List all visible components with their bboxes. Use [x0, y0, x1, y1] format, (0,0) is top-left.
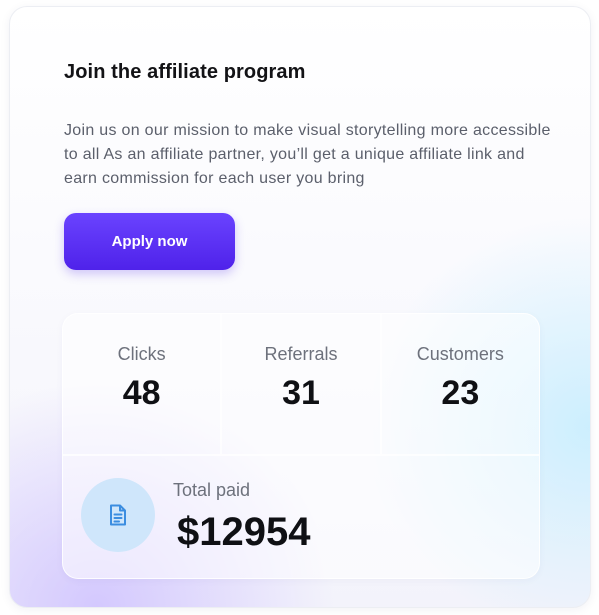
- stat-value: 23: [441, 374, 480, 412]
- stat-label: Clicks: [117, 344, 166, 364]
- document-icon-badge: [81, 478, 155, 552]
- stat-clicks: Clicks 48: [63, 314, 223, 454]
- stat-label: Referrals: [264, 344, 338, 364]
- stat-label: Customers: [416, 344, 504, 364]
- affiliate-card: Join the affiliate program Join us on ou…: [9, 6, 591, 608]
- total-paid-value: $12954: [177, 510, 311, 554]
- stat-value: 48: [122, 374, 161, 412]
- card-title: Join the affiliate program: [64, 61, 306, 83]
- total-paid-label: Total paid: [173, 480, 251, 500]
- stats-panel: Clicks 48 Referrals 31 Customers 23 Tota…: [62, 313, 540, 579]
- stat-value: 31: [282, 374, 320, 412]
- stats-row: Clicks 48 Referrals 31 Customers 23: [63, 314, 539, 454]
- card-description: Join us on our mission to make visual st…: [64, 122, 551, 187]
- stat-customers: Customers 23: [382, 314, 539, 454]
- stat-referrals: Referrals 31: [222, 314, 382, 454]
- stats-divider: [63, 454, 539, 456]
- document-icon: [110, 504, 126, 526]
- apply-now-button[interactable]: Apply now: [64, 213, 235, 270]
